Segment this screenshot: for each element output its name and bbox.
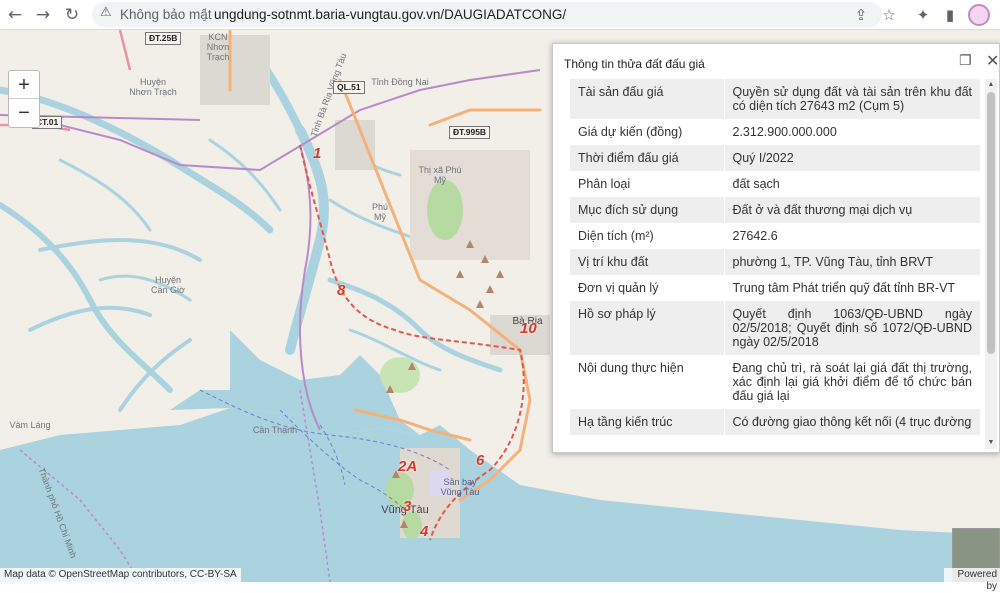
info-table-container[interactable]: Tài sản đấu giá Quyền sử dụng đất và tài … (570, 79, 982, 449)
extensions-icon[interactable]: ✦ (912, 4, 934, 26)
place-label: Tỉnh Đồng Nai (371, 77, 429, 87)
address-bar[interactable]: ⚠ Không bảo mật ungdung-sotnmt.baria-vun… (92, 2, 882, 27)
road-shield: ĐT.995B (449, 126, 491, 139)
powered-by[interactable]: Powered by (944, 568, 1000, 592)
place-label: Cần Thạnh (252, 425, 298, 435)
restore-window-icon[interactable]: ❐ (959, 53, 972, 69)
route-number: 8 (337, 282, 346, 299)
table-row: Vị trí khu đất phường 1, TP. Vũng Tàu, tỉ… (570, 249, 980, 275)
row-label: Hạ tầng kiến trúc (570, 409, 724, 435)
url-text[interactable]: ungdung-sotnmt.baria-vungtau.gov.vn/DAUG… (214, 7, 566, 22)
separator (205, 8, 206, 21)
table-row: Thời điểm đấu giá Quý I/2022 (570, 145, 980, 171)
popup-title: Thông tin thửa đất đấu giá (564, 57, 705, 71)
row-label: Tài sản đấu giá (570, 79, 724, 119)
place-label: Phú Mỹ (371, 202, 388, 222)
row-value: Quyền sử dụng đất và tài sản trên khu đấ… (723, 79, 980, 119)
row-label: Phân loại (570, 171, 724, 197)
place-label: Huyện Nhơn Trạch (129, 77, 177, 97)
road-shield: ĐT.25B (145, 32, 182, 45)
map-attribution[interactable]: Map data © OpenStreetMap contributors, C… (0, 568, 241, 582)
row-label: Vị trí khu đất (570, 249, 724, 275)
table-row: Nội dung thực hiện Đang chủ trì, rà soát … (570, 355, 980, 409)
table-row: Hồ sơ pháp lý Quyết định 1063/QĐ-UBND ngà… (570, 301, 980, 355)
share-icon[interactable]: ⇪ (850, 4, 872, 26)
row-value: phường 1, TP. Vũng Tàu, tỉnh BRVT (723, 249, 980, 275)
table-row: Giá dự kiến (đồng) 2.312.900.000.000 (570, 119, 980, 145)
star-icon[interactable]: ☆ (878, 4, 900, 26)
parcel-info-popup: Thông tin thửa đất đấu giá ❐ ✕ Tài sản đ… (552, 43, 1000, 453)
row-value: Đang chủ trì, rà soát lại giá đất thị tr… (723, 355, 980, 409)
warning-icon[interactable]: ⚠ (100, 5, 112, 20)
table-row: Tài sản đấu giá Quyền sử dụng đất và tài … (570, 79, 980, 119)
route-number: 6 (476, 452, 485, 469)
road-shield: QL.51 (333, 81, 365, 94)
row-label: Mục đích sử dụng (570, 197, 724, 223)
scroll-thumb[interactable] (987, 92, 995, 354)
row-label: Diện tích (m²) (570, 223, 724, 249)
reload-icon[interactable]: ↻ (61, 4, 83, 26)
row-value: đất sạch (723, 171, 980, 197)
row-value: Quý I/2022 (723, 145, 980, 171)
browser-toolbar: ← → ↻ ⚠ Không bảo mật ungdung-sotnmt.bar… (0, 0, 1000, 30)
close-icon[interactable]: ✕ (986, 51, 999, 70)
place-label: Sân bay Vũng Tàu (440, 477, 480, 497)
zoom-control: + − (8, 70, 40, 128)
scroll-down-arrow[interactable]: ▼ (985, 437, 997, 449)
table-row: Hạ tầng kiến trúc Có đường giao thông kết… (570, 409, 980, 435)
zoom-out-button[interactable]: − (9, 99, 39, 127)
row-value: 27642.6 (723, 223, 980, 249)
row-value: 2.312.900.000.000 (723, 119, 980, 145)
sidebar-icon[interactable]: ▮ (939, 4, 961, 26)
table-row: Mục đích sử dụng Đất ở và đất thương mại … (570, 197, 980, 223)
row-value: Có đường giao thông kết nối (4 trục đườn… (723, 409, 980, 435)
row-label: Hồ sơ pháp lý (570, 301, 724, 355)
row-label: Giá dự kiến (đồng) (570, 119, 724, 145)
table-row: Đơn vị quản lý Trung tâm Phát triển quỹ đ… (570, 275, 980, 301)
place-label: Vàm Láng (9, 420, 51, 430)
route-number: 10 (520, 320, 537, 337)
route-number: 1 (313, 145, 322, 162)
place-label: Huyện Cần Giờ (151, 275, 185, 295)
row-label: Đơn vị quản lý (570, 275, 724, 301)
row-label: Thời điểm đấu giá (570, 145, 724, 171)
popup-scrollbar[interactable]: ▲ ▼ (985, 79, 997, 449)
table-row: Phân loại đất sạch (570, 171, 980, 197)
route-number: 3 (403, 498, 412, 515)
forward-icon[interactable]: → (32, 4, 54, 26)
scroll-up-arrow[interactable]: ▲ (985, 79, 997, 91)
back-icon[interactable]: ← (4, 4, 26, 26)
route-number: 4 (420, 523, 429, 540)
security-status[interactable]: Không bảo mật (120, 7, 212, 22)
place-label: KCN Nhơn Trạch (206, 32, 230, 62)
place-label: Thị xã Phú Mỹ (418, 165, 462, 185)
route-number: 2A (398, 458, 418, 475)
row-value: Trung tâm Phát triển quỹ đất tỉnh BR-VT (723, 275, 980, 301)
table-row: Diện tích (m²) 27642.6 (570, 223, 980, 249)
row-value: Quyết định 1063/QĐ-UBND ngày 02/5/2018; … (723, 301, 980, 355)
row-value: Đất ở và đất thương mại dịch vụ (723, 197, 980, 223)
zoom-in-button[interactable]: + (9, 71, 39, 99)
info-table: Tài sản đấu giá Quyền sử dụng đất và tài … (570, 79, 980, 435)
profile-avatar[interactable] (968, 4, 990, 26)
row-label: Nội dung thực hiện (570, 355, 724, 409)
